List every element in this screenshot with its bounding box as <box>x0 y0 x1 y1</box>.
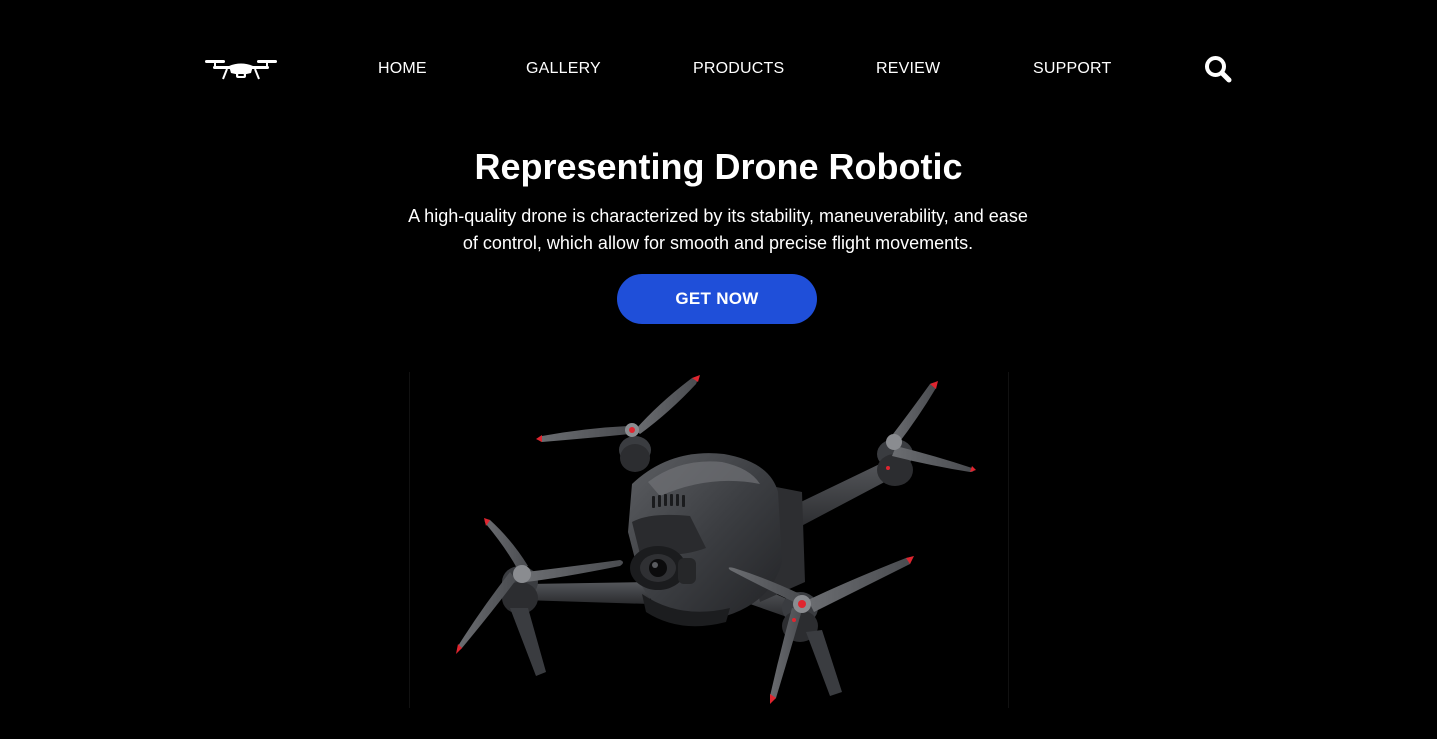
nav-products[interactable]: PRODUCTS <box>693 59 784 79</box>
search-icon[interactable] <box>1203 54 1233 84</box>
hero-title: Representing Drone Robotic <box>474 146 963 187</box>
nav-support[interactable]: SUPPORT <box>1033 59 1111 79</box>
nav-home[interactable]: HOME <box>378 59 427 79</box>
drone-product-image <box>409 372 1009 708</box>
hero-description-line-2: of control, which allow for smooth and p… <box>462 233 974 253</box>
hero-description: A high-quality drone is characterized by… <box>348 203 1088 257</box>
drone-logo-icon[interactable] <box>203 55 279 83</box>
landing-page: HOME GALLERY PRODUCTS REVIEW SUPPORT Rep… <box>0 0 1437 739</box>
nav-gallery[interactable]: GALLERY <box>526 59 601 79</box>
get-now-button[interactable]: GET NOW <box>617 274 817 324</box>
nav-review[interactable]: REVIEW <box>876 59 940 79</box>
hero-description-line-1: A high-quality drone is characterized by… <box>408 206 1028 226</box>
